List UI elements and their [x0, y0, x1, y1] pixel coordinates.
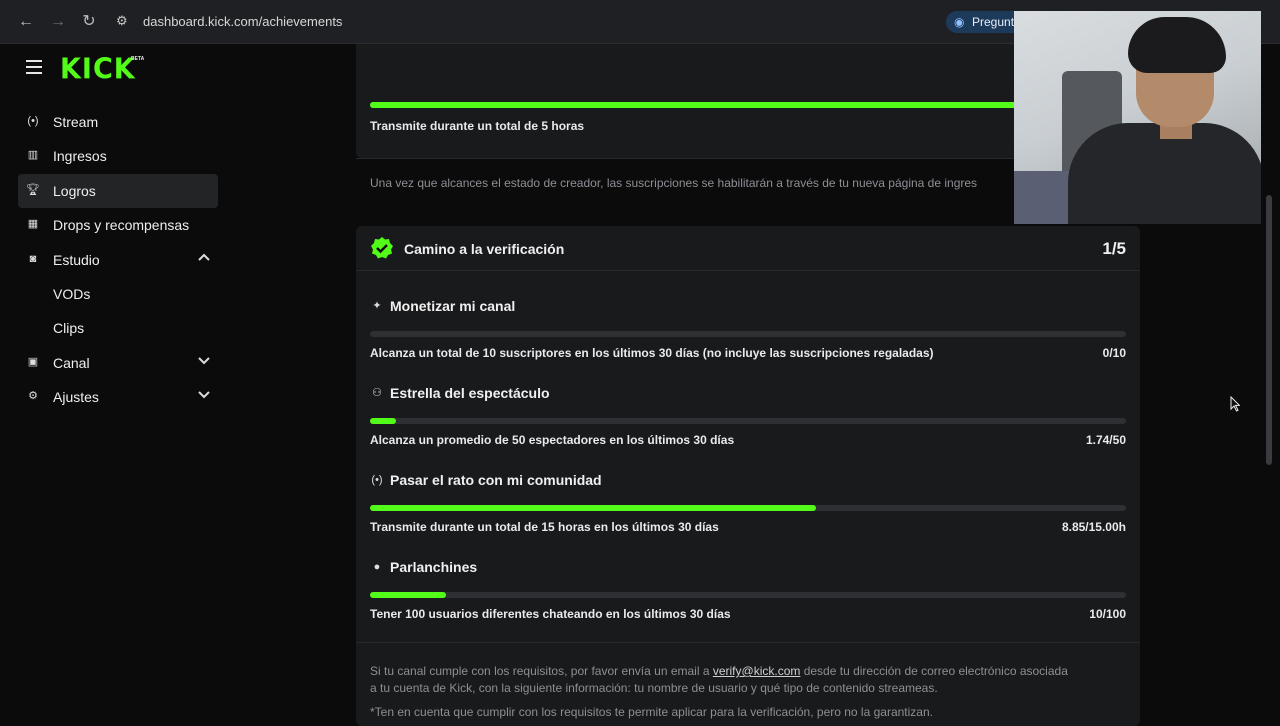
progress-track	[370, 418, 1126, 424]
chart-icon: ▥	[27, 149, 39, 161]
footer-text: Si tu canal cumple con los requisitos, p…	[370, 664, 713, 678]
footer-line-3: *Ten en cuenta que cumplir con los requi…	[370, 705, 933, 719]
chevron-down-icon[interactable]	[196, 352, 212, 368]
site-info-icon[interactable]: ⚙	[116, 13, 134, 31]
gift-icon: ▦	[27, 218, 39, 230]
gear-icon: ⚙	[28, 390, 38, 402]
progress-fill	[370, 102, 1126, 108]
progress-track	[370, 331, 1126, 337]
progress-value: 1.74/50	[1085, 433, 1126, 447]
menu-icon[interactable]	[26, 60, 42, 74]
webcam-hair	[1128, 17, 1226, 73]
sidebar-item-label: Ajustes	[53, 389, 99, 405]
sidebar-item-label: VODs	[53, 286, 91, 302]
verify-email-link[interactable]: verify@kick.com	[713, 664, 801, 678]
task-text: Transmite durante un total de 15 horas e…	[370, 520, 719, 534]
task-text: Alcanza un total de 10 suscriptores en l…	[370, 346, 934, 360]
section-title: Parlanchines	[390, 559, 478, 575]
sparkle-icon: ✦	[372, 300, 382, 312]
divider	[356, 270, 1140, 271]
progress-fill	[370, 505, 817, 511]
progress-value: 10/100	[1089, 607, 1126, 621]
sidebar-item-vods[interactable]: VODs	[18, 277, 218, 311]
progress-value: 8.85/15.00h	[1061, 520, 1126, 534]
lens-icon: ◉	[954, 15, 965, 29]
progress-track	[370, 505, 1126, 511]
chevron-up-icon[interactable]	[196, 249, 212, 265]
sidebar-item-ingresos[interactable]: ▥ Ingresos	[18, 139, 218, 173]
kick-logo[interactable]: KICK	[60, 53, 136, 86]
task-text: Tener 100 usuarios diferentes chateando …	[370, 607, 731, 621]
task-text: Transmite durante un total de 5 horas	[370, 119, 585, 133]
verification-card: Camino a la verificación 1/5 ✦ Monetizar…	[356, 226, 1140, 726]
divider	[356, 642, 1140, 643]
section-title: Pasar el rato con mi comunidad	[390, 472, 602, 488]
footer-text: desde tu dirección de correo electrónico…	[800, 664, 1068, 678]
sidebar-item-ajustes[interactable]: ⚙ Ajustes	[18, 380, 218, 414]
verified-badge-icon	[371, 237, 393, 259]
progress-track	[370, 592, 1126, 598]
section-title: Monetizar mi canal	[390, 298, 516, 314]
footer-line-1: Si tu canal cumple con los requisitos, p…	[370, 664, 1130, 678]
sidebar-item-drops[interactable]: ▦ Drops y recompensas	[18, 208, 218, 242]
scrollbar[interactable]	[1266, 195, 1272, 465]
sidebar-item-label: Clips	[53, 320, 85, 336]
progress-value: 0/10	[1102, 346, 1126, 360]
sidebar-item-stream[interactable]: (•) Stream	[18, 105, 218, 139]
beta-badge: BETA	[131, 56, 145, 62]
sidebar-item-canal[interactable]: ▣ Canal	[18, 346, 218, 380]
sidebar-item-label: Estudio	[53, 252, 100, 268]
progress-fill	[370, 592, 446, 598]
sidebar-item-label: Stream	[53, 114, 99, 130]
section-title: Estrella del espectáculo	[390, 385, 550, 401]
progress-fill	[370, 418, 397, 424]
footer-line-2: a tu cuenta de Kick, con la siguiente in…	[370, 681, 938, 695]
verification-count: 1/5	[1102, 239, 1126, 258]
task-text: Alcanza un promedio de 50 espectadores e…	[370, 433, 735, 447]
users-icon: ⚇	[372, 387, 382, 399]
mouse-cursor-icon	[1230, 396, 1240, 412]
sidebar-item-label: Logros	[53, 183, 96, 199]
sidebar: KICK BETA (•) Stream ▥ Ingresos 🏆︎ Logro…	[8, 44, 348, 720]
reload-icon[interactable]: ↻	[79, 12, 99, 32]
progress-track	[370, 102, 1126, 108]
sidebar-item-logros[interactable]: 🏆︎ Logros	[18, 174, 218, 208]
sidebar-item-estudio[interactable]: ◙ Estudio	[18, 243, 218, 277]
broadcast-icon: (•)	[27, 115, 39, 127]
sidebar-item-label: Drops y recompensas	[53, 217, 190, 233]
forward-icon[interactable]: →	[48, 12, 68, 32]
chevron-down-icon[interactable]	[196, 386, 212, 402]
url-text: dashboard.kick.com/achievements	[143, 14, 343, 29]
studio-icon: ◙	[29, 253, 37, 265]
broadcast-icon: (•)	[371, 474, 383, 486]
back-icon[interactable]: ←	[16, 12, 36, 32]
sidebar-item-label: Ingresos	[53, 148, 107, 164]
sidebar-item-label: Canal	[53, 355, 90, 371]
sidebar-item-clips[interactable]: Clips	[18, 311, 218, 345]
chat-icon: ●	[373, 561, 381, 573]
user-card-icon: ▣	[27, 356, 39, 368]
webcam-overlay	[1014, 11, 1261, 224]
ask-label: Pregunt	[972, 15, 1015, 29]
trophy-icon: 🏆︎	[26, 184, 40, 196]
verification-title: Camino a la verificación	[404, 241, 565, 257]
